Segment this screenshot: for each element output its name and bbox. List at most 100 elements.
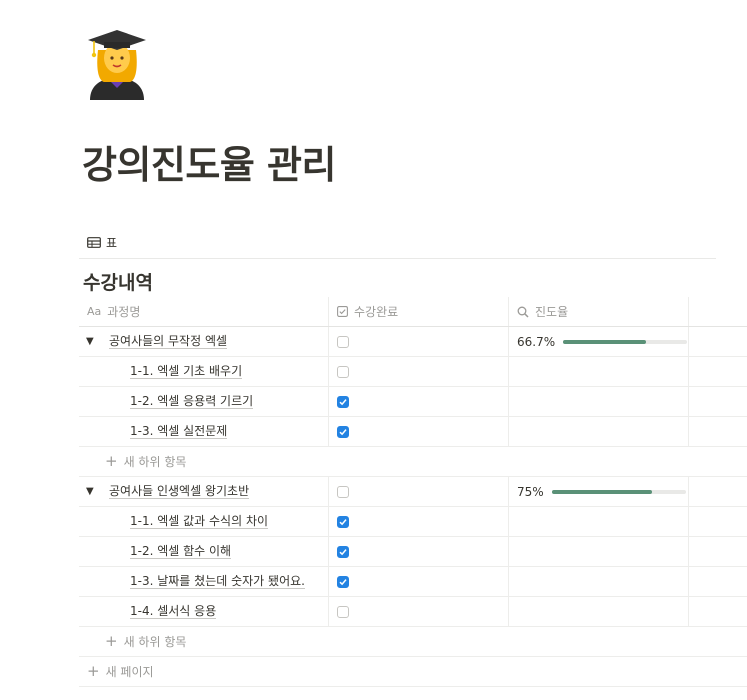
table-row[interactable]: 1-3. 엑셀 실전문제 — [79, 417, 747, 447]
row-title[interactable]: 1-1. 엑셀 값과 수식의 차이 — [130, 514, 269, 529]
completed-checkbox[interactable] — [337, 605, 349, 618]
progress-bar-fill — [551, 489, 653, 494]
title-cell[interactable]: 1-3. 날짜를 쳤는데 숫자가 됐어요. — [79, 567, 327, 596]
progress-cell — [508, 357, 688, 386]
completed-cell[interactable] — [328, 357, 508, 386]
plus-icon: + — [105, 632, 118, 650]
column-header-progress[interactable]: 진도율 — [508, 297, 688, 326]
completed-cell[interactable] — [328, 507, 508, 536]
new-page-row[interactable]: + 새 페이지 — [79, 657, 747, 687]
progress-cell: 66.7% — [508, 327, 688, 356]
woman-student-icon[interactable] — [86, 28, 148, 100]
progress-bar — [563, 339, 688, 344]
completed-cell[interactable] — [328, 567, 508, 596]
new-sub-item-label: 새 하위 항목 — [123, 635, 187, 649]
completed-checkbox[interactable] — [337, 365, 349, 378]
table-header-row: Aa 과정명 수강완료 진도율 — [79, 297, 747, 327]
new-sub-item-label: 새 하위 항목 — [123, 455, 187, 469]
completed-checkbox[interactable] — [337, 425, 349, 438]
empty-cell — [688, 477, 747, 506]
new-sub-item-cell[interactable]: + 새 하위 항목 — [79, 447, 327, 476]
title-cell[interactable]: ▼ 공여사들 인생엑셀 왕기초반 — [79, 477, 327, 506]
new-sub-item-button[interactable]: + 새 하위 항목 — [105, 453, 186, 470]
completed-checkbox[interactable] — [337, 395, 349, 408]
text-icon: Aa — [87, 305, 102, 318]
completed-cell[interactable] — [328, 327, 508, 356]
column-header-label: 수강완료 — [354, 305, 399, 319]
table-row[interactable]: 1-3. 날짜를 쳤는데 숫자가 됐어요. — [79, 567, 747, 597]
table-row[interactable]: 1-4. 셀서식 응용 — [79, 597, 747, 627]
plus-icon: + — [87, 662, 100, 680]
empty-cell — [688, 507, 747, 536]
completed-cell[interactable] — [328, 597, 508, 626]
row-title[interactable]: 1-3. 엑셀 실전문제 — [130, 424, 228, 439]
new-sub-item-row[interactable]: + 새 하위 항목 — [79, 447, 747, 477]
empty-cell — [688, 327, 747, 356]
view-tab-table[interactable]: 표 — [87, 231, 117, 253]
row-title[interactable]: 1-2. 엑셀 함수 이해 — [130, 544, 232, 559]
row-title[interactable]: 1-3. 날짜를 쳤는데 숫자가 됐어요. — [130, 574, 305, 589]
column-header-label: 과정명 — [107, 305, 141, 319]
progress-cell — [508, 387, 688, 416]
empty-cell — [688, 387, 747, 416]
title-cell[interactable]: ▼ 공여사들의 무작정 엑셀 — [79, 327, 327, 356]
database-title[interactable]: 수강내역 — [83, 268, 153, 295]
new-page-button[interactable]: + 새 페이지 — [87, 663, 154, 680]
row-title[interactable]: 1-4. 셀서식 응용 — [130, 604, 217, 619]
title-cell[interactable]: 1-4. 셀서식 응용 — [79, 597, 327, 626]
view-divider — [79, 258, 716, 259]
completed-checkbox[interactable] — [337, 335, 349, 348]
empty-cell — [688, 537, 747, 566]
toggle-expanded-icon[interactable]: ▼ — [86, 486, 94, 497]
empty-cell — [688, 417, 747, 446]
empty-cell — [688, 597, 747, 626]
column-header-label: 진도율 — [535, 305, 569, 319]
database-table: Aa 과정명 수강완료 진도율 ▼ 공여사들의 무작정 엑셀 66.7% 1-1… — [79, 297, 747, 687]
progress-indicator: 66.7% — [517, 334, 688, 349]
new-page-label: 새 페이지 — [105, 665, 154, 679]
progress-cell — [508, 507, 688, 536]
column-header-title[interactable]: Aa 과정명 — [79, 297, 327, 326]
completed-checkbox[interactable] — [337, 545, 349, 558]
progress-bar-fill — [563, 339, 646, 344]
completed-cell[interactable] — [328, 387, 508, 416]
progress-cell — [508, 567, 688, 596]
new-sub-item-cell[interactable]: + 새 하위 항목 — [79, 627, 327, 656]
completed-cell[interactable] — [328, 537, 508, 566]
row-title[interactable]: 1-1. 엑셀 기초 배우기 — [130, 364, 243, 379]
column-header-completed[interactable]: 수강완료 — [328, 297, 508, 326]
progress-label: 66.7% — [517, 334, 556, 349]
completed-checkbox[interactable] — [337, 515, 349, 528]
progress-bar — [551, 489, 686, 494]
title-cell[interactable]: 1-2. 엑셀 응용력 기르기 — [79, 387, 327, 416]
row-title[interactable]: 1-2. 엑셀 응용력 기르기 — [130, 394, 254, 409]
completed-checkbox[interactable] — [337, 575, 349, 588]
table-icon — [87, 236, 101, 248]
table-row[interactable]: ▼ 공여사들의 무작정 엑셀 66.7% — [79, 327, 747, 357]
new-sub-item-button[interactable]: + 새 하위 항목 — [105, 633, 186, 650]
page-title[interactable]: 강의진도율 관리 — [82, 134, 336, 189]
column-header-empty — [688, 297, 747, 326]
formula-search-icon — [517, 306, 529, 318]
new-sub-item-row[interactable]: + 새 하위 항목 — [79, 627, 747, 657]
title-cell[interactable]: 1-1. 엑셀 기초 배우기 — [79, 357, 327, 386]
completed-cell[interactable] — [328, 417, 508, 446]
toggle-expanded-icon[interactable]: ▼ — [86, 336, 94, 347]
title-cell[interactable]: 1-2. 엑셀 함수 이해 — [79, 537, 327, 566]
progress-cell: 75% — [508, 477, 688, 506]
title-cell[interactable]: 1-1. 엑셀 값과 수식의 차이 — [79, 507, 327, 536]
table-row[interactable]: 1-1. 엑셀 값과 수식의 차이 — [79, 507, 747, 537]
table-row[interactable]: 1-2. 엑셀 함수 이해 — [79, 537, 747, 567]
table-row[interactable]: 1-1. 엑셀 기초 배우기 — [79, 357, 747, 387]
row-title[interactable]: 공여사들 인생엑셀 왕기초반 — [109, 484, 250, 499]
row-title[interactable]: 공여사들의 무작정 엑셀 — [109, 334, 228, 349]
view-tab-label: 표 — [106, 235, 118, 250]
completed-cell[interactable] — [328, 477, 508, 506]
progress-cell — [508, 597, 688, 626]
completed-checkbox[interactable] — [337, 485, 349, 498]
progress-label: 75% — [517, 484, 544, 499]
title-cell[interactable]: 1-3. 엑셀 실전문제 — [79, 417, 327, 446]
new-page-cell[interactable]: + 새 페이지 — [79, 657, 327, 686]
table-row[interactable]: 1-2. 엑셀 응용력 기르기 — [79, 387, 747, 417]
table-row[interactable]: ▼ 공여사들 인생엑셀 왕기초반 75% — [79, 477, 747, 507]
